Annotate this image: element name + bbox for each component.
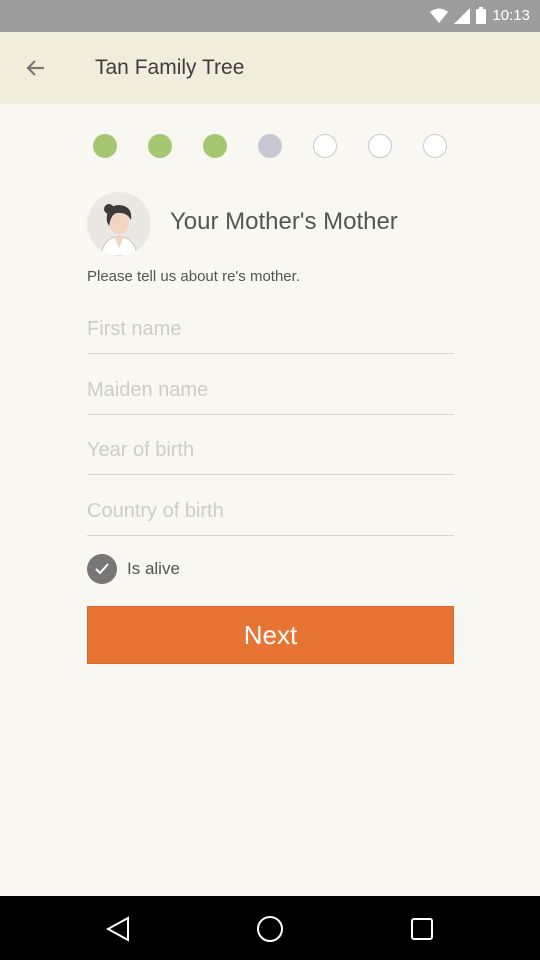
- app-bar: Tan Family Tree: [0, 32, 540, 104]
- section-title: Your Mother's Mother: [170, 208, 398, 235]
- square-recents-icon: [411, 918, 433, 940]
- step-dot-7: [423, 134, 447, 158]
- step-dot-1: [93, 134, 117, 158]
- is-alive-checkbox-row[interactable]: Is alive: [87, 554, 180, 584]
- status-bar: 10:13: [0, 0, 540, 32]
- system-navigation-bar: [0, 896, 540, 960]
- nav-back-button[interactable]: [102, 913, 134, 945]
- nav-recents-button[interactable]: [406, 913, 438, 945]
- woman-avatar-icon: [87, 192, 151, 256]
- next-button[interactable]: Next: [87, 606, 454, 664]
- is-alive-checkbox[interactable]: [87, 554, 117, 584]
- year-of-birth-field[interactable]: [87, 427, 454, 475]
- step-dot-3: [203, 134, 227, 158]
- status-icons: 10:13: [430, 7, 530, 24]
- wifi-icon: [430, 8, 449, 23]
- arrow-left-icon: [26, 60, 44, 76]
- step-dot-4: [258, 134, 282, 158]
- status-time: 10:13: [492, 7, 530, 24]
- battery-icon: [476, 7, 487, 24]
- first-name-field[interactable]: [87, 306, 454, 354]
- step-progress-indicator: [90, 132, 454, 160]
- step-dot-2: [148, 134, 172, 158]
- triangle-back-icon: [106, 916, 129, 942]
- step-dot-5: [313, 134, 337, 158]
- is-alive-label: Is alive: [127, 559, 180, 578]
- circle-home-icon: [257, 916, 283, 942]
- checkmark-icon: [95, 563, 109, 575]
- country-of-birth-field[interactable]: [87, 488, 454, 536]
- maiden-name-field[interactable]: [87, 367, 454, 415]
- signal-icon: [454, 7, 471, 24]
- nav-home-button[interactable]: [254, 913, 286, 945]
- section-subtitle: Please tell us about re's mother.: [87, 268, 300, 285]
- grandmother-avatar: [87, 192, 151, 256]
- app-title: Tan Family Tree: [95, 56, 245, 79]
- back-button[interactable]: [20, 52, 52, 84]
- step-dot-6: [368, 134, 392, 158]
